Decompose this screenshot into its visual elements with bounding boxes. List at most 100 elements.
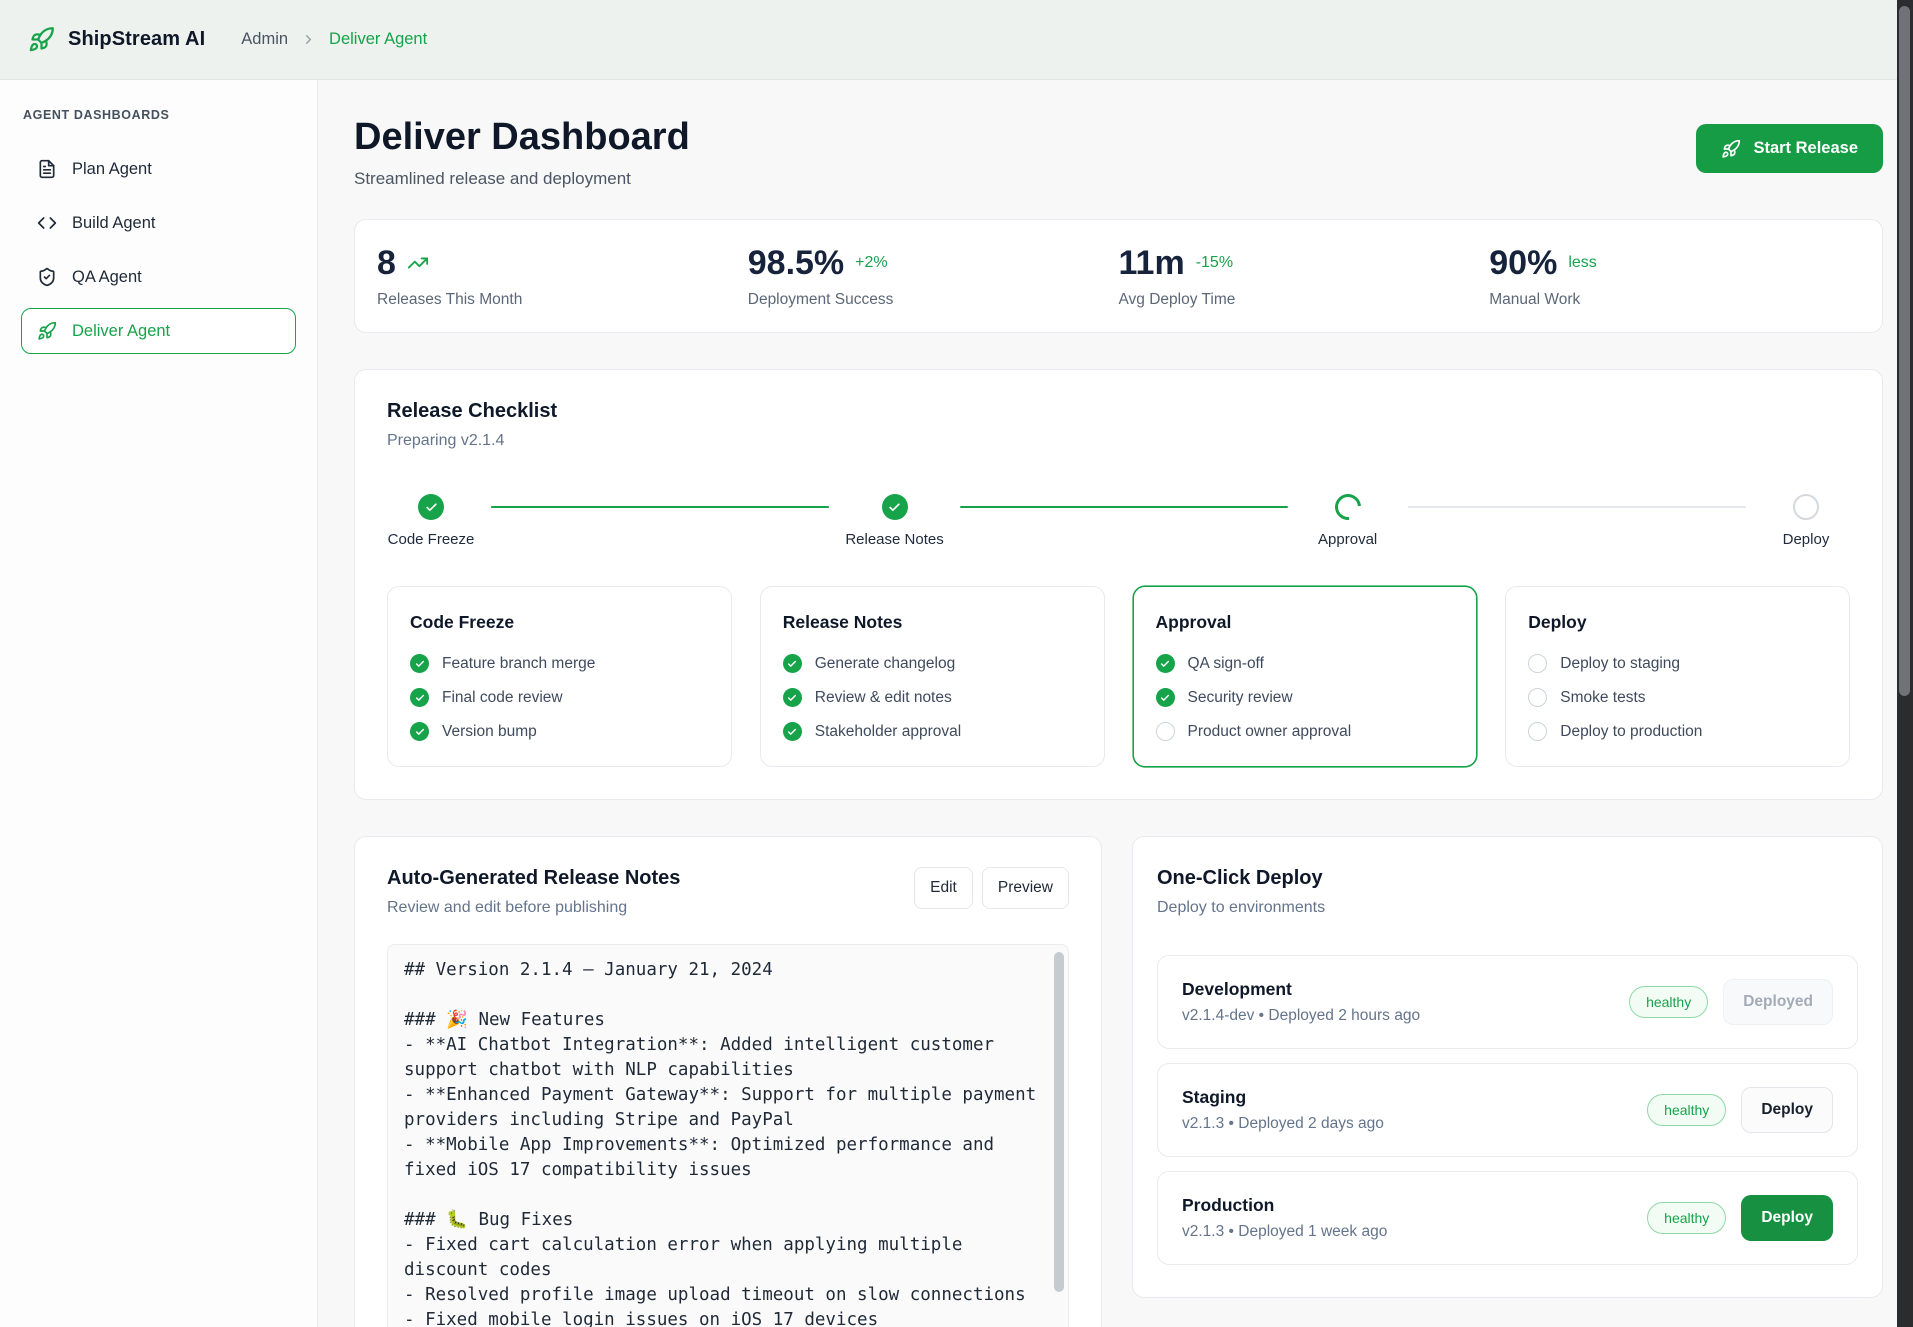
release-step: Approval (1304, 494, 1762, 548)
checklist-item-label: Deploy to production (1560, 723, 1702, 741)
checklist-item-label: Final code review (442, 689, 563, 707)
app-header: ShipStream AI Admin Deliver Agent (0, 0, 1913, 80)
breadcrumb-admin[interactable]: Admin (241, 30, 288, 49)
release-notes-content[interactable]: ## Version 2.1.4 — January 21, 2024 ### … (388, 945, 1068, 1327)
release-notes-title: Auto-Generated Release Notes (387, 867, 680, 890)
breadcrumb-current[interactable]: Deliver Agent (329, 30, 427, 49)
stat: 11m -15% Avg Deploy Time (1119, 245, 1490, 309)
checklist-group-card: Deploy Deploy to staging Smoke tests Dep… (1505, 586, 1850, 767)
checklist-item-label: Feature branch merge (442, 655, 595, 673)
release-step: Deploy (1762, 494, 1850, 548)
environments-list: Development v2.1.4-dev • Deployed 2 hour… (1157, 955, 1858, 1265)
brand: ShipStream AI (28, 26, 205, 53)
checklist-item-label: Version bump (442, 723, 537, 741)
stat: 98.5% +2% Deployment Success (748, 245, 1119, 309)
check-circle-icon (410, 722, 429, 741)
checklist-item[interactable]: Security review (1156, 688, 1455, 707)
sidebar-item-icon (37, 267, 57, 287)
step-label: Approval (1318, 531, 1377, 548)
deliver-dashboard-app: ShipStream AI Admin Deliver Agent AGENT … (0, 0, 1913, 1327)
notes-scrollbar-thumb[interactable] (1054, 952, 1064, 1292)
health-badge: healthy (1629, 986, 1708, 1018)
sidebar-item-label: Plan Agent (72, 160, 152, 179)
deploy-button[interactable]: Deploy (1741, 1087, 1833, 1133)
deploy-button[interactable]: Deployed (1723, 979, 1833, 1025)
check-circle-icon (783, 722, 802, 741)
step-label: Release Notes (845, 531, 943, 548)
step-label: Deploy (1783, 531, 1830, 548)
checklist-item[interactable]: Final code review (410, 688, 709, 707)
checklist-item[interactable]: Feature branch merge (410, 654, 709, 673)
one-click-deploy-card: One-Click Deploy Deploy to environments … (1132, 836, 1883, 1298)
checklist-item[interactable]: Product owner approval (1156, 722, 1455, 741)
empty-circle-icon (1156, 722, 1175, 741)
release-notes-editor: ## Version 2.1.4 — January 21, 2024 ### … (387, 944, 1069, 1327)
sidebar-section-label: AGENT DASHBOARDS (23, 108, 294, 122)
page-scrollbar-thumb[interactable] (1899, 6, 1910, 696)
stat-label: Deployment Success (748, 291, 1119, 309)
page-scrollbar[interactable] (1897, 0, 1913, 1327)
deploy-button[interactable]: Deploy (1741, 1195, 1833, 1241)
group-title: Code Freeze (410, 612, 709, 633)
sidebar-item-label: Build Agent (72, 214, 155, 233)
environment-name: Production (1182, 1195, 1387, 1216)
checklist-groups: Code Freeze Feature branch merge Final c… (387, 586, 1850, 767)
edit-button[interactable]: Edit (914, 867, 973, 909)
release-step: Release Notes (845, 494, 1303, 548)
breadcrumb: Admin Deliver Agent (241, 30, 427, 49)
check-circle-icon (410, 654, 429, 673)
environment-row: Development v2.1.4-dev • Deployed 2 hour… (1157, 955, 1858, 1049)
main-content: Deliver Dashboard Streamlined release an… (318, 80, 1913, 1327)
empty-circle-icon (1528, 654, 1547, 673)
sidebar: AGENT DASHBOARDS Plan Agent Build Agent … (0, 80, 318, 1327)
sidebar-item[interactable]: QA Agent (21, 254, 296, 300)
sidebar-item[interactable]: Build Agent (21, 200, 296, 246)
sidebar-item[interactable]: Deliver Agent (21, 308, 296, 354)
step-connector (960, 506, 1288, 508)
step-label: Code Freeze (388, 531, 475, 548)
checklist-item[interactable]: Version bump (410, 722, 709, 741)
stats-card: 8 Releases This Month 98.5% +2% Deployme… (354, 219, 1883, 333)
checklist-item[interactable]: Stakeholder approval (783, 722, 1082, 741)
checklist-item-label: Product owner approval (1188, 723, 1352, 741)
environment-meta: v2.1.3 • Deployed 2 days ago (1182, 1115, 1384, 1133)
checklist-item[interactable]: QA sign-off (1156, 654, 1455, 673)
deploy-subtitle: Deploy to environments (1157, 899, 1858, 917)
release-notes-subtitle: Review and edit before publishing (387, 899, 680, 917)
brand-name: ShipStream AI (68, 28, 205, 51)
environment-row: Staging v2.1.3 • Deployed 2 days ago hea… (1157, 1063, 1858, 1157)
stat: 8 Releases This Month (377, 245, 748, 309)
stat-label: Avg Deploy Time (1119, 291, 1490, 309)
sidebar-item-icon (37, 321, 57, 341)
step-status-icon (418, 494, 444, 520)
page-title: Deliver Dashboard (354, 114, 690, 160)
stat-label: Manual Work (1489, 291, 1860, 309)
group-title: Release Notes (783, 612, 1082, 633)
group-title: Deploy (1528, 612, 1827, 633)
checklist-item[interactable]: Generate changelog (783, 654, 1082, 673)
environment-row: Production v2.1.3 • Deployed 1 week ago … (1157, 1171, 1858, 1265)
checklist-item[interactable]: Review & edit notes (783, 688, 1082, 707)
checklist-item[interactable]: Deploy to staging (1528, 654, 1827, 673)
stat-delta: +2% (855, 254, 887, 272)
step-status-icon (882, 494, 908, 520)
checklist-item-label: Security review (1188, 689, 1293, 707)
checklist-item-label: Review & edit notes (815, 689, 952, 707)
checklist-item-label: Stakeholder approval (815, 723, 962, 741)
checklist-item-label: Deploy to staging (1560, 655, 1680, 673)
stat-delta: less (1568, 254, 1596, 272)
preview-button[interactable]: Preview (982, 867, 1069, 909)
checklist-item[interactable]: Deploy to production (1528, 722, 1827, 741)
step-connector (1408, 506, 1746, 508)
stat-value: 90% (1489, 245, 1557, 281)
checklist-item[interactable]: Smoke tests (1528, 688, 1827, 707)
environment-meta: v2.1.3 • Deployed 1 week ago (1182, 1223, 1387, 1241)
sidebar-item[interactable]: Plan Agent (21, 146, 296, 192)
checklist-subtitle: Preparing v2.1.4 (387, 432, 1850, 450)
sidebar-nav: Plan Agent Build Agent QA Agent Deliver … (21, 146, 296, 354)
empty-circle-icon (1528, 688, 1547, 707)
start-release-button[interactable]: Start Release (1696, 124, 1883, 173)
empty-circle-icon (1528, 722, 1547, 741)
deploy-title: One-Click Deploy (1157, 867, 1858, 890)
checklist-item-label: QA sign-off (1188, 655, 1264, 673)
